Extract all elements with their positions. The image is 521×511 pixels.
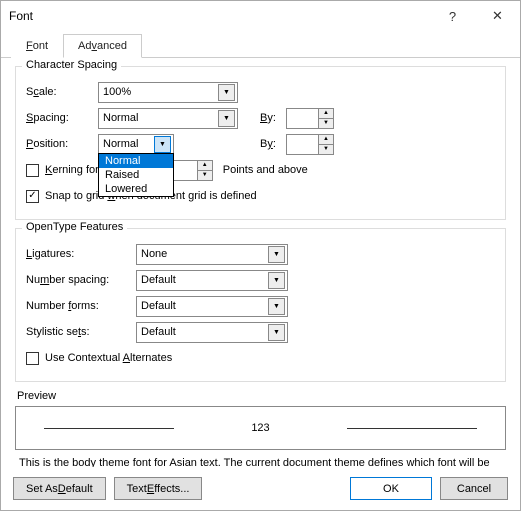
snap-to-grid-checkbox[interactable]: ✓: [26, 190, 39, 203]
preview-box: 123: [15, 406, 506, 450]
text-effects-button[interactable]: Text Effects...: [114, 477, 203, 500]
spinner-up-icon[interactable]: ▲: [318, 135, 333, 145]
dialog-footer: Set As Default Text Effects... OK Cancel: [1, 467, 520, 510]
tabstrip: Font Advanced: [1, 31, 520, 58]
chevron-down-icon: ▼: [268, 324, 285, 341]
points-and-above-label: Points and above: [223, 164, 308, 176]
number-spacing-label: Number spacing:: [26, 274, 136, 286]
scale-value: 100%: [103, 86, 131, 98]
tab-advanced-label: Advanced: [78, 40, 127, 52]
kerning-checkbox[interactable]: [26, 164, 39, 177]
set-as-default-button[interactable]: Set As Default: [13, 477, 106, 500]
close-button[interactable]: ✕: [475, 1, 520, 31]
number-forms-value: Default: [141, 300, 176, 312]
chevron-down-icon: ▼: [218, 110, 235, 127]
position-value: Normal: [103, 138, 138, 150]
stylistic-sets-label: Stylistic sets:: [26, 326, 136, 338]
ligatures-value: None: [141, 248, 167, 260]
contextual-alternates-checkbox[interactable]: [26, 352, 39, 365]
group-character-spacing-legend: Character Spacing: [22, 59, 121, 71]
preview-line-left: [44, 428, 174, 429]
number-forms-select[interactable]: Default ▼: [136, 296, 288, 317]
chevron-down-icon: ▼: [268, 246, 285, 263]
dialog-content: Character Spacing Scale: 100% ▼ Spacing:…: [1, 58, 520, 467]
stylistic-sets-value: Default: [141, 326, 176, 338]
chevron-down-icon: ▼: [268, 272, 285, 289]
spinner-down-icon[interactable]: ▼: [197, 171, 212, 180]
preview-note: This is the body theme font for Asian te…: [19, 456, 502, 467]
ligatures-select[interactable]: None ▼: [136, 244, 288, 265]
ligatures-label: Ligatures:: [26, 248, 136, 260]
spacing-label: Spacing:: [26, 112, 98, 124]
contextual-alternates-label: Use Contextual Alternates: [45, 352, 172, 364]
scale-label: Scale:: [26, 86, 98, 98]
chevron-down-icon: ▼: [154, 136, 171, 153]
stylistic-sets-select[interactable]: Default ▼: [136, 322, 288, 343]
position-option-normal[interactable]: Normal: [99, 154, 173, 168]
number-forms-label: Number forms:: [26, 300, 136, 312]
position-option-raised[interactable]: Raised: [99, 168, 173, 182]
spacing-by-label: By:: [260, 112, 286, 124]
chevron-down-icon: ▼: [268, 298, 285, 315]
position-by-label: By:: [260, 138, 286, 150]
chevron-down-icon: ▼: [218, 84, 235, 101]
group-opentype-features: OpenType Features Ligatures: None ▼ Numb…: [15, 228, 506, 382]
tab-advanced[interactable]: Advanced: [63, 34, 142, 58]
preview-text: 123: [251, 422, 269, 434]
scale-select[interactable]: 100% ▼: [98, 82, 238, 103]
help-button[interactable]: ?: [430, 1, 475, 31]
spinner-up-icon[interactable]: ▲: [197, 161, 212, 171]
group-opentype-legend: OpenType Features: [22, 221, 127, 233]
tab-font-label: Font: [26, 40, 48, 52]
cancel-button[interactable]: Cancel: [440, 477, 508, 500]
spinner-up-icon[interactable]: ▲: [318, 109, 333, 119]
preview-line-right: [347, 428, 477, 429]
group-character-spacing: Character Spacing Scale: 100% ▼ Spacing:…: [15, 66, 506, 220]
position-dropdown-list: Normal Raised Lowered: [98, 153, 174, 197]
position-by-spinner[interactable]: ▲▼: [286, 134, 334, 155]
position-select[interactable]: Normal ▼: [98, 134, 174, 155]
titlebar: Font ? ✕: [1, 1, 520, 31]
position-option-lowered[interactable]: Lowered: [99, 182, 173, 196]
tab-font[interactable]: Font: [11, 34, 63, 58]
spinner-down-icon[interactable]: ▼: [318, 119, 333, 128]
spacing-value: Normal: [103, 112, 138, 124]
spacing-by-spinner[interactable]: ▲▼: [286, 108, 334, 129]
font-dialog: Font ? ✕ Font Advanced Character Spacing…: [0, 0, 521, 511]
ok-button[interactable]: OK: [350, 477, 432, 500]
number-spacing-select[interactable]: Default ▼: [136, 270, 288, 291]
spacing-select[interactable]: Normal ▼: [98, 108, 238, 129]
position-label: Position:: [26, 138, 98, 150]
number-spacing-value: Default: [141, 274, 176, 286]
preview-label: Preview: [17, 390, 504, 402]
dialog-title: Font: [9, 9, 430, 23]
spinner-down-icon[interactable]: ▼: [318, 145, 333, 154]
